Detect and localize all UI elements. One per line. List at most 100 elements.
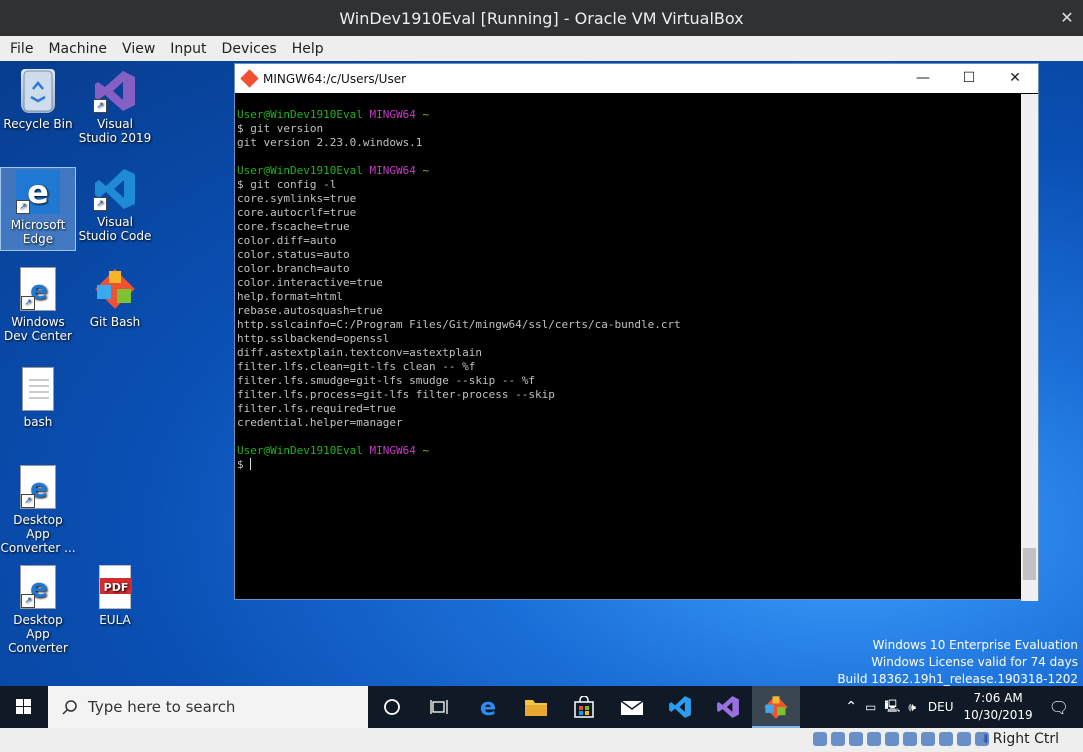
desktop-icon-label: Desktop App Converter ... [0,513,76,555]
output-line: color.status=auto [237,248,350,261]
mail-icon [620,700,644,715]
taskbar-git-bash[interactable] [752,686,800,728]
scrollbar-thumb[interactable] [1023,548,1036,580]
prompt-user: User@WinDev1910Eval [237,164,363,177]
taskbar-visual-studio[interactable] [704,686,752,728]
close-icon[interactable]: ✕ [1057,8,1077,28]
windows-logo-icon [16,699,32,715]
maximize-button[interactable]: ☐ [946,64,992,93]
output-line: filter.lfs.required=true [237,402,396,415]
display-icon[interactable] [921,732,935,746]
prompt-user: User@WinDev1910Eval [237,444,363,457]
arrow-down-icon: ⬇ [980,732,991,746]
menu-view[interactable]: View [117,41,160,57]
cortana-button[interactable] [368,686,416,728]
cpu-icon[interactable] [957,732,971,746]
host-key[interactable]: ⬇ Right Ctrl [981,731,1059,747]
output-line: filter.lfs.process=git-lfs filter-proces… [237,388,555,401]
desktop-icon-label: Windows Dev Center [4,315,72,343]
vbox-window-title: WinDev1910Eval [Running] - Oracle VM Vir… [339,8,744,28]
network-icon[interactable]: 🖳 [884,697,900,718]
shared-folders-icon[interactable] [903,732,917,746]
vbox-titlebar: WinDev1910Eval [Running] - Oracle VM Vir… [0,0,1083,36]
pdf-icon: PDF [99,565,132,609]
usb-icon[interactable] [885,732,899,746]
desktop-icon-windows-dev-center[interactable]: e ↗ Windows Dev Center [0,267,76,343]
watermark-license: Windows License valid for 74 days [871,655,1078,669]
desktop-icon-bash[interactable]: bash [0,367,76,429]
vbox-status-icons [813,732,993,746]
taskbar: Type here to search e ⌃ ▭ 🖳 🕪 DEU 7:06 A… [0,686,1083,728]
menu-devices[interactable]: Devices [217,41,282,57]
clock[interactable]: 7:06 AM 10/30/2019 [964,690,1033,724]
network-adapter-icon[interactable] [867,732,881,746]
terminal-titlebar[interactable]: MINGW64:/c/Users/User — ☐ ✕ [235,64,1038,93]
output-line: http.sslbackend=openssl [237,332,390,345]
menu-help[interactable]: Help [287,41,329,57]
clock-date: 10/30/2019 [963,708,1033,722]
guest-desktop: Recycle Bin ↗ Visual Studio 2019 e ↗ Mic… [0,61,1083,728]
recording-icon[interactable] [939,732,953,746]
audio-icon[interactable] [849,732,863,746]
task-view-button[interactable] [416,686,464,728]
recycle-bin-icon [21,69,55,113]
prompt-host: MINGW64 [369,444,416,457]
command-line: $ git version [237,122,1022,136]
prompt-host: MINGW64 [369,164,416,177]
taskbar-edge[interactable]: e [464,686,512,728]
battery-icon[interactable]: ▭ [865,700,876,714]
desktop-icon-label: Visual Studio Code [78,215,152,243]
menu-input[interactable]: Input [165,41,211,57]
search-icon [62,699,78,715]
vscode-icon [669,696,691,718]
hard-disk-icon[interactable] [813,732,827,746]
prompt-line: User@WinDev1910Eval MINGW64 ~ [237,108,1022,122]
prompt-user: User@WinDev1910Eval [237,108,363,121]
output-line: color.interactive=true [237,276,383,289]
menu-file[interactable]: File [5,41,38,57]
input-language[interactable]: DEU [928,700,954,714]
desktop-icon-edge[interactable]: e ↗ Microsoft Edge [0,167,76,251]
desktop-icon-visual-studio[interactable]: ↗ Visual Studio 2019 [77,69,153,145]
desktop-icon-desktop-app-converter-1[interactable]: e ↗ Desktop App Converter ... [0,465,76,555]
terminal-scrollbar[interactable] [1021,94,1038,601]
taskbar-vscode[interactable] [656,686,704,728]
minimize-button[interactable]: — [900,64,946,93]
output-line: git version 2.23.0.windows.1 [237,136,423,149]
shortcut-arrow-icon: ↗ [16,200,30,214]
vbox-menubar: File Machine View Input Devices Help [0,36,1083,61]
desktop-icon-desktop-app-converter-2[interactable]: e ↗ Desktop App Converter [0,565,76,655]
edge-icon: e [480,695,496,719]
menu-machine[interactable]: Machine [43,41,112,57]
close-button[interactable]: ✕ [992,64,1038,93]
prompt-dollar: $ [237,458,244,471]
desktop-icon-vscode[interactable]: ↗ Visual Studio Code [77,167,153,243]
desktop-icon-eula[interactable]: PDF EULA [77,565,153,627]
taskbar-file-explorer[interactable] [512,686,560,728]
output-line: color.diff=auto [237,234,337,247]
start-button[interactable] [0,686,48,728]
desktop-icon-git-bash[interactable]: Git Bash [77,267,153,329]
taskbar-store[interactable] [560,686,608,728]
optical-drive-icon[interactable] [831,732,845,746]
terminal-output[interactable]: User@WinDev1910Eval MINGW64 ~ $ git versi… [235,94,1022,601]
search-box[interactable]: Type here to search [48,686,368,728]
git-bash-icon [764,695,788,719]
cortana-icon [384,699,400,715]
taskbar-mail[interactable] [608,686,656,728]
visual-studio-icon [717,696,739,718]
notification-icon[interactable]: 🗨 [1049,698,1069,717]
search-placeholder: Type here to search [88,698,236,716]
volume-icon[interactable]: 🕪 [908,700,916,715]
desktop-icon-label: Microsoft Edge [10,218,66,246]
watermark-edition: Windows 10 Enterprise Evaluation [872,638,1078,652]
prompt-dollar: $ [237,122,244,135]
prompt-line: User@WinDev1910Eval MINGW64 ~ [237,164,1022,178]
vscode-icon: ↗ [93,167,137,211]
terminal-window[interactable]: MINGW64:/c/Users/User — ☐ ✕ User@WinDev1… [234,63,1039,601]
chevron-up-icon[interactable]: ⌃ [845,699,857,715]
shortcut-arrow-icon: ↗ [93,99,107,113]
desktop-icon-recycle-bin[interactable]: Recycle Bin [0,69,76,131]
text-file-icon [22,367,54,411]
